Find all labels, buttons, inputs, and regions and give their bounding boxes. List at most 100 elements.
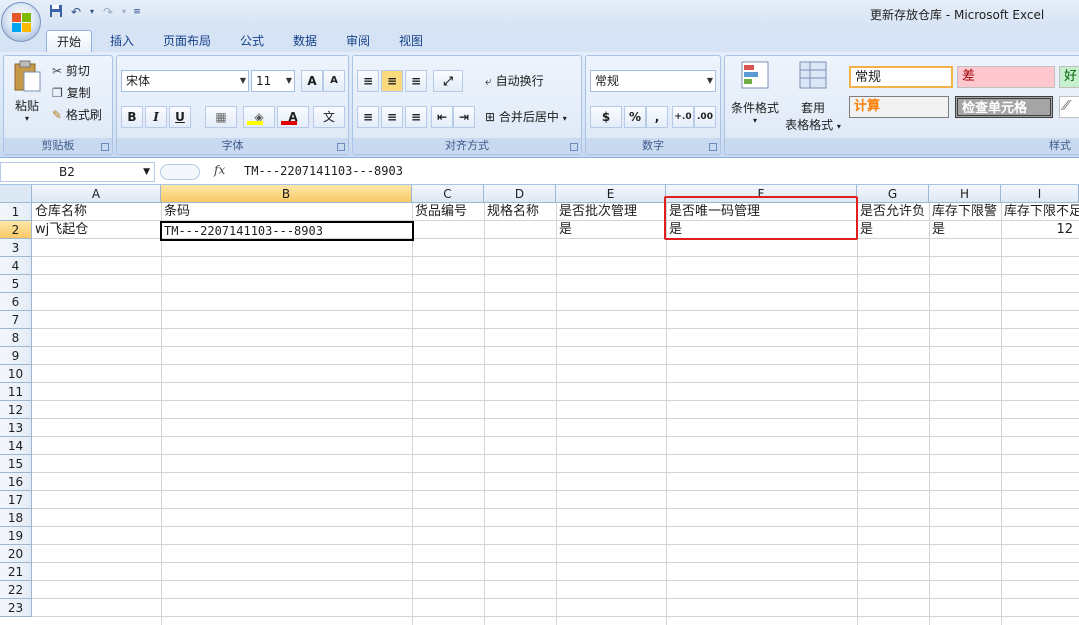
cell-g1[interactable]: 是否允许负 [858, 203, 929, 221]
italic-button[interactable]: I [145, 106, 167, 128]
phonetic-button[interactable]: 文 [313, 106, 345, 128]
row-header[interactable]: 14 [0, 437, 32, 455]
number-format-select[interactable]: 常规 ▼ [590, 70, 716, 92]
cell-c2[interactable] [413, 221, 484, 239]
tab-insert[interactable]: 插入 [100, 30, 144, 52]
row-header[interactable]: 17 [0, 491, 32, 509]
formula-input[interactable]: TM---2207141103---8903 [244, 164, 403, 178]
row-header[interactable]: 13 [0, 419, 32, 437]
align-middle-button[interactable]: ≡ [381, 70, 403, 92]
column-header-b[interactable]: B [161, 185, 412, 203]
save-icon[interactable] [48, 4, 64, 20]
underline-button[interactable]: U [169, 106, 191, 128]
tab-view[interactable]: 视图 [388, 30, 434, 52]
row-header[interactable]: 23 [0, 599, 32, 617]
row-header[interactable]: 1 [0, 203, 32, 221]
increase-indent-button[interactable]: ⇥ [453, 106, 475, 128]
row-header[interactable]: 3 [0, 239, 32, 257]
conditional-format-button[interactable]: 条件格式 ▾ [729, 60, 781, 125]
style-check-cell[interactable]: 检查单元格 [955, 96, 1053, 118]
column-header-c[interactable]: C [412, 185, 484, 203]
align-left-button[interactable]: ≡ [357, 106, 379, 128]
insert-function-button[interactable]: fx [214, 163, 225, 177]
style-calculation[interactable]: 计算 [849, 96, 949, 118]
bold-button[interactable]: B [121, 106, 143, 128]
office-button[interactable] [1, 2, 41, 42]
row-header[interactable]: 18 [0, 509, 32, 527]
cell-i1[interactable]: 库存下限不足 [1002, 203, 1079, 221]
worksheet-grid[interactable]: A B C D E F G H I 1 2 3 4 5 6 7 8 9 10 11 12 13 14 15 1… [0, 185, 1079, 625]
border-button[interactable]: ▦ [205, 106, 237, 128]
cell-d1[interactable]: 规格名称 [485, 203, 556, 221]
row-header[interactable]: 20 [0, 545, 32, 563]
row-header[interactable]: 6 [0, 293, 32, 311]
align-right-button[interactable]: ≡ [405, 106, 427, 128]
cut-button[interactable]: ✂ 剪切 [52, 62, 90, 79]
style-more[interactable]: ⁄⁄ [1059, 96, 1079, 118]
currency-button[interactable]: $ [590, 106, 622, 128]
cell-e1[interactable]: 是否批次管理 [557, 203, 666, 221]
column-header-d[interactable]: D [484, 185, 556, 203]
tab-data[interactable]: 数据 [282, 30, 328, 52]
row-header[interactable]: 10 [0, 365, 32, 383]
font-name-select[interactable]: 宋体 ▼ [121, 70, 249, 92]
number-launcher-icon[interactable] [709, 143, 717, 151]
row-header[interactable]: 16 [0, 473, 32, 491]
orientation-button[interactable]: ⤢ [433, 70, 463, 92]
column-header-g[interactable]: G [857, 185, 929, 203]
alignment-launcher-icon[interactable] [570, 143, 578, 151]
wrap-text-button[interactable]: ⤶ 自动换行 [485, 72, 544, 89]
redo-dropdown-icon[interactable]: ▾ [120, 4, 128, 20]
copy-button[interactable]: ❐ 复制 [52, 84, 91, 101]
tab-home[interactable]: 开始 [46, 30, 92, 52]
align-top-button[interactable]: ≡ [357, 70, 379, 92]
column-header-a[interactable]: A [32, 185, 161, 203]
increase-decimal-button[interactable]: +.0 [672, 106, 694, 128]
row-header[interactable]: 7 [0, 311, 32, 329]
cell-c1[interactable]: 货品编号 [413, 203, 484, 221]
column-header-e[interactable]: E [556, 185, 666, 203]
cell-i2[interactable]: 12 [1002, 221, 1079, 239]
row-header[interactable]: 2 [0, 221, 32, 239]
tab-page-layout[interactable]: 页面布局 [152, 30, 222, 52]
column-header-i[interactable]: I [1001, 185, 1079, 203]
row-header[interactable]: 12 [0, 401, 32, 419]
row-header[interactable]: 21 [0, 563, 32, 581]
comma-button[interactable]: , [646, 106, 668, 128]
row-header[interactable]: 11 [0, 383, 32, 401]
style-normal[interactable]: 常规 [849, 66, 953, 88]
style-good[interactable]: 好 [1059, 66, 1079, 88]
select-all-corner[interactable] [0, 185, 32, 203]
decrease-decimal-button[interactable]: .00 [694, 106, 716, 128]
cell-a1[interactable]: 仓库名称 [33, 203, 161, 221]
cell-d2[interactable] [485, 221, 556, 239]
cell-g2[interactable]: 是 [858, 221, 929, 239]
row-header[interactable]: 19 [0, 527, 32, 545]
cell-a2[interactable]: wj飞起仓 [33, 221, 161, 239]
paste-button[interactable]: 粘贴 ▾ [10, 60, 44, 132]
percent-button[interactable]: % [624, 106, 646, 128]
align-center-button[interactable]: ≡ [381, 106, 403, 128]
format-painter-button[interactable]: ✎ 格式刷 [52, 106, 102, 123]
row-header[interactable]: 5 [0, 275, 32, 293]
formula-bar-handle[interactable] [160, 164, 200, 180]
row-header[interactable]: 8 [0, 329, 32, 347]
cell-e2[interactable]: 是 [557, 221, 666, 239]
undo-icon[interactable]: ↶ [68, 4, 84, 20]
font-color-button[interactable]: A [277, 106, 309, 128]
style-bad[interactable]: 差 [957, 66, 1055, 88]
align-bottom-button[interactable]: ≡ [405, 70, 427, 92]
name-box[interactable]: B2 ▼ [0, 162, 155, 182]
row-header[interactable]: 9 [0, 347, 32, 365]
customize-qat-icon[interactable]: ≡ [132, 4, 142, 20]
redo-icon[interactable]: ↷ [100, 4, 116, 20]
cell-h1[interactable]: 库存下限警 [930, 203, 1001, 221]
grow-font-button[interactable]: A [301, 70, 323, 92]
format-as-table-button[interactable]: 套用 表格格式 ▾ [783, 60, 843, 133]
cell-b1[interactable]: 条码 [162, 203, 412, 221]
tab-review[interactable]: 审阅 [336, 30, 380, 52]
row-header[interactable]: 4 [0, 257, 32, 275]
shrink-font-button[interactable]: A [323, 70, 345, 92]
clipboard-launcher-icon[interactable] [101, 143, 109, 151]
font-size-select[interactable]: 11 ▼ [251, 70, 295, 92]
